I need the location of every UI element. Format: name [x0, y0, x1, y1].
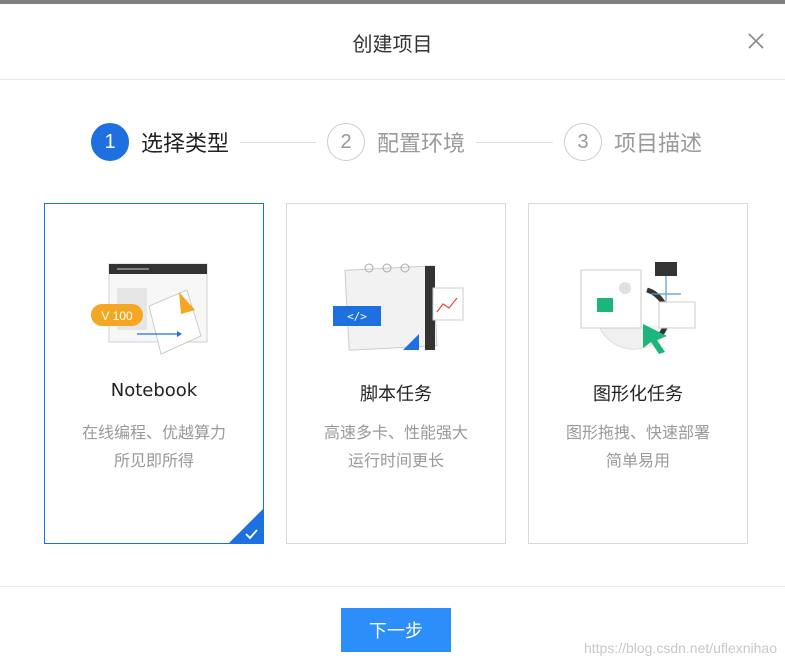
close-icon[interactable] — [747, 32, 765, 50]
card-title: Notebook — [110, 380, 198, 401]
code-label: </> — [347, 310, 367, 323]
card-description: 高速多卡、性能强大 运行时间更长 — [287, 419, 505, 475]
card-desc-line: 运行时间更长 — [347, 451, 444, 470]
selected-check-icon — [229, 509, 263, 543]
card-notebook[interactable]: V 100 Notebook 在线编程、优越算力 所见即所得 — [44, 203, 264, 544]
dialog-title: 创建项目 — [352, 32, 433, 56]
card-title: 脚本任务 — [360, 384, 432, 405]
step-configure-env: 2 配置环境 — [327, 122, 465, 162]
card-desc-line: 图形拖拽、快速部署 — [565, 423, 710, 442]
step-2-label: 配置环境 — [377, 132, 466, 157]
dialog-header: 创建项目 — [0, 4, 785, 80]
step-1-circle: 1 — [91, 123, 129, 161]
footer-divider — [0, 586, 785, 587]
step-connector — [240, 142, 316, 143]
card-script-task[interactable]: </> 脚本任务 高速多卡、性能强大 运行时间更长 — [286, 203, 506, 544]
graphical-illustration-icon — [580, 262, 696, 354]
step-3-circle: 3 — [564, 123, 602, 161]
gpu-label: V 100 — [101, 309, 133, 323]
card-desc-line: 所见即所得 — [113, 451, 194, 470]
card-desc-line: 简单易用 — [605, 451, 670, 470]
card-graphical-task[interactable]: 图形化任务 图形拖拽、快速部署 简单易用 — [528, 203, 748, 544]
step-connector — [476, 142, 553, 143]
card-description: 图形拖拽、快速部署 简单易用 — [529, 419, 747, 475]
stepper: 1 选择类型 2 配置环境 3 项目描述 — [0, 122, 785, 162]
card-desc-line: 在线编程、优越算力 — [81, 423, 226, 442]
step-project-desc: 3 项目描述 — [564, 122, 702, 162]
step-1-label: 选择类型 — [141, 132, 230, 157]
watermark: https://blog.csdn.net/uflexnihao — [583, 640, 777, 656]
script-illustration-icon: </> — [333, 263, 464, 351]
step-select-type: 1 选择类型 — [91, 122, 229, 162]
step-3-label: 项目描述 — [614, 132, 703, 157]
step-2-circle: 2 — [327, 123, 365, 161]
card-desc-line: 高速多卡、性能强大 — [323, 423, 468, 442]
notebook-illustration-icon: V 100 — [91, 263, 208, 355]
card-title: 图形化任务 — [593, 384, 683, 405]
card-description: 在线编程、优越算力 所见即所得 — [45, 419, 263, 475]
next-step-button[interactable]: 下一步 — [341, 608, 451, 652]
